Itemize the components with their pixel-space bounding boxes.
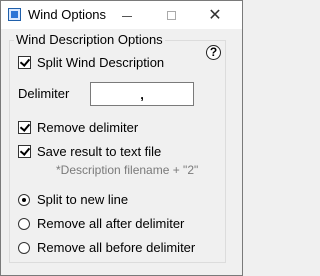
remove-delimiter-label: Remove delimiter [37, 120, 139, 135]
remove-delimiter-checkbox[interactable] [18, 121, 31, 134]
remove-delimiter-option[interactable]: Remove delimiter [18, 120, 138, 135]
radio-remove-before[interactable]: Remove all before delimiter [18, 240, 195, 255]
radio-label: Remove all after delimiter [37, 216, 185, 231]
split-wind-description-checkbox[interactable] [18, 56, 31, 69]
radio-label: Split to new line [37, 192, 129, 207]
maximize-icon [166, 10, 176, 20]
app-window-icon [8, 8, 21, 21]
save-result-option[interactable]: Save result to text file [18, 144, 161, 159]
help-icon[interactable]: ? [206, 45, 221, 60]
radio-label: Remove all before delimiter [37, 240, 196, 255]
radio-button[interactable] [18, 217, 30, 230]
split-wind-description-label: Split Wind Description [37, 55, 165, 70]
filename-note: *Description filename + "2" [56, 163, 199, 177]
window-title: Wind Options [28, 7, 107, 22]
minimize-icon [122, 15, 132, 17]
radio-button[interactable] [18, 193, 30, 206]
close-button[interactable]: ✕ [200, 1, 230, 29]
radio-button[interactable] [18, 241, 30, 254]
maximize-button[interactable] [156, 1, 186, 29]
title-bar[interactable]: Wind Options ✕ [1, 1, 242, 29]
delimiter-input[interactable] [90, 82, 194, 106]
save-result-label: Save result to text file [37, 144, 162, 159]
save-result-checkbox[interactable] [18, 145, 31, 158]
group-title: Wind Description Options [16, 32, 163, 47]
radio-remove-after[interactable]: Remove all after delimiter [18, 216, 184, 231]
minimize-button[interactable] [112, 1, 142, 29]
split-wind-description-option[interactable]: Split Wind Description [18, 55, 164, 70]
radio-split-new-line[interactable]: Split to new line [18, 192, 128, 207]
close-icon: ✕ [208, 7, 222, 24]
delimiter-label: Delimiter [18, 86, 70, 101]
